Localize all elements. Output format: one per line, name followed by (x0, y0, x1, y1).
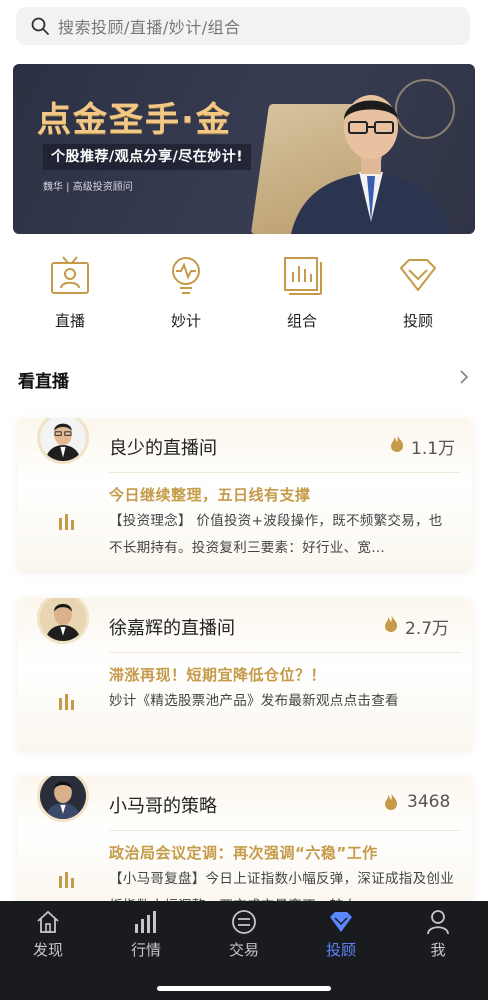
avatar (37, 598, 89, 644)
card-title: 徐嘉辉的直播间 (109, 618, 235, 639)
live-card[interactable]: 小马哥的策略 3468 政治局会议定调：再次强调“六稳”工作 【小马哥复盘】今日… (17, 776, 472, 901)
card-divider (109, 830, 460, 831)
card-summary: 妙计《精选股票池产品》发布最新观点点击查看 (109, 693, 399, 709)
tab-label: 交易 (228, 941, 259, 959)
lightbulb-icon (172, 257, 200, 294)
nav-label: 组合 (286, 312, 317, 330)
viewer-count: 1.1万 (411, 439, 456, 459)
tab-label: 行情 (130, 941, 161, 959)
card-headline: 今日继续整理，五日线有支撑 (109, 486, 311, 504)
live-tv-icon (51, 256, 89, 294)
category-nav: 直播 妙计 组合 投顾 (0, 254, 488, 334)
diamond-icon (400, 259, 436, 291)
card-headline: 滞涨再现！短期宜降低仓位？！ (109, 666, 327, 684)
person-icon (427, 910, 449, 935)
nav-item-tips[interactable]: 妙计 (128, 254, 244, 334)
banner-subtitle: 个股推荐/观点分享/尽在妙计! (43, 144, 252, 170)
tab-label: 我 (430, 941, 446, 959)
card-title: 良少的直播间 (109, 438, 217, 459)
viewer-count: 2.7万 (405, 619, 450, 639)
search-placeholder: 搜索投顾/直播/妙计/组合 (58, 18, 241, 37)
audio-bars-icon (59, 872, 74, 888)
tab-market[interactable]: 行情 (98, 909, 194, 960)
banner-title: 点金圣手·金 (37, 100, 232, 140)
card-headline: 政治局会议定调：再次强调“六稳”工作 (109, 844, 378, 862)
live-card[interactable]: 徐嘉辉的直播间 2.7万 滞涨再现！短期宜降低仓位？！ 妙计《精选股票池产品》发… (17, 598, 472, 750)
chevron-right-icon[interactable] (457, 368, 471, 386)
tab-label: 投顾 (325, 941, 356, 959)
avatar (37, 418, 89, 464)
tab-advisor[interactable]: 投顾 (293, 909, 389, 960)
tab-me[interactable]: 我 (390, 909, 486, 960)
tab-label: 发现 (32, 941, 63, 959)
promo-banner[interactable]: 点金圣手·金 个股推荐/观点分享/尽在妙计! 魏华 | 高级投资顾问 (13, 64, 475, 234)
search-icon (31, 17, 49, 35)
card-summary: 【小马哥复盘】今日上证指数小幅反弹，深证成指及创业板指数小幅调整，两市成交量变不… (109, 871, 454, 901)
live-card[interactable]: 良少的直播间 1.1万 今日继续整理，五日线有支撑 【投资理念】 价值投资+波段… (17, 418, 472, 570)
nav-item-portfolio[interactable]: 组合 (244, 254, 360, 334)
fire-icon (385, 614, 398, 632)
card-title: 小马哥的策略 (109, 796, 217, 817)
card-divider (109, 652, 460, 653)
search-bar[interactable]: 搜索投顾/直播/妙计/组合 (16, 7, 470, 45)
diamond-icon (330, 912, 352, 932)
nav-label: 直播 (54, 312, 85, 330)
section-title-live: 看直播 (18, 372, 69, 392)
fire-icon (391, 434, 404, 452)
audio-bars-icon (59, 514, 74, 530)
home-indicator (157, 986, 331, 991)
market-bars-icon (135, 911, 156, 933)
viewer-count: 3468 (407, 792, 451, 812)
nav-item-live[interactable]: 直播 (12, 254, 128, 334)
tab-trade[interactable]: 交易 (196, 909, 292, 960)
banner-presenter-name: 魏华 | 高级投资顾问 (43, 182, 133, 193)
nav-item-advisor[interactable]: 投顾 (360, 254, 476, 334)
nav-label: 妙计 (170, 312, 201, 330)
portfolio-chart-icon (284, 257, 322, 295)
tab-discover[interactable]: 发现 (0, 909, 96, 960)
card-divider (109, 472, 460, 473)
nav-label: 投顾 (402, 312, 433, 330)
home-icon (37, 910, 59, 933)
audio-bars-icon (59, 694, 74, 710)
avatar (37, 776, 89, 822)
fire-icon (385, 792, 398, 810)
trade-icon (232, 910, 256, 934)
presenter-photo (291, 95, 451, 234)
card-summary: 【投资理念】 价值投资+波段操作，既不频繁交易，也不长期持有。投资复利三要素：好… (109, 513, 443, 556)
